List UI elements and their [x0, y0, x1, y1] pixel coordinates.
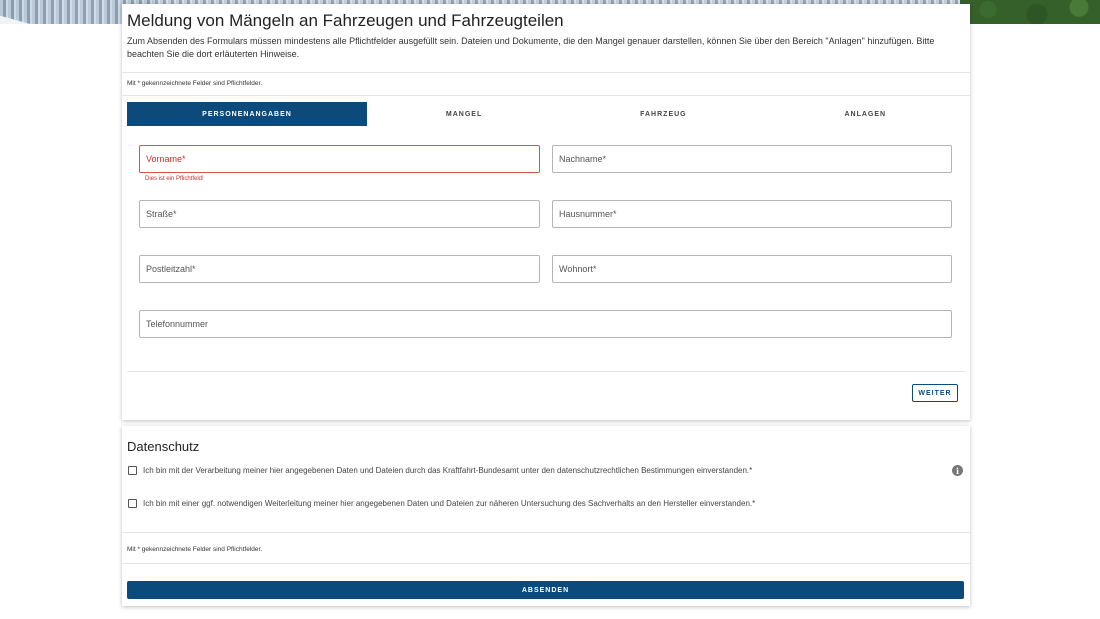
weiter-button[interactable]: WEITER — [912, 384, 958, 402]
vorname-error: Dies ist ein Pflichtfeld! — [145, 176, 204, 182]
tab-fahrzeug[interactable]: FAHRZEUG — [561, 102, 765, 126]
strasse-label: Straße* — [146, 209, 177, 219]
privacy-title: Datenschutz — [127, 439, 200, 454]
consent-processing-row: Ich bin mit der Verarbeitung meiner hier… — [128, 466, 752, 475]
telefonnummer-field[interactable]: Telefonnummer — [139, 310, 952, 338]
defect-report-form: Meldung von Mängeln an Fahrzeugen und Fa… — [122, 4, 970, 420]
divider — [122, 95, 970, 96]
page-title: Meldung von Mängeln an Fahrzeugen und Fa… — [127, 11, 564, 30]
tab-anlagen[interactable]: ANLAGEN — [766, 102, 965, 126]
form-tabs: PERSONENANGABEN MANGEL FAHRZEUG ANLAGEN — [127, 102, 965, 126]
wohnort-label: Wohnort* — [559, 264, 597, 274]
nachname-field[interactable]: Nachname* — [552, 145, 952, 173]
required-note: Mit * gekennzeichnete Felder sind Pflich… — [127, 80, 263, 87]
divider — [127, 371, 965, 372]
vorname-field[interactable]: Vorname* — [139, 145, 540, 173]
strasse-field[interactable]: Straße* — [139, 200, 540, 228]
required-note: Mit * gekennzeichnete Felder sind Pflich… — [127, 546, 263, 553]
consent-processing-checkbox[interactable] — [128, 466, 137, 475]
background-trees — [960, 0, 1100, 24]
tab-personenangaben[interactable]: PERSONENANGABEN — [127, 102, 367, 126]
divider — [122, 532, 970, 533]
consent-forwarding-row: Ich bin mit einer ggf. notwendigen Weite… — [128, 499, 755, 508]
consent-forwarding-checkbox[interactable] — [128, 499, 137, 508]
divider — [122, 72, 970, 73]
divider — [122, 563, 970, 564]
consent-forwarding-label[interactable]: Ich bin mit einer ggf. notwendigen Weite… — [143, 499, 755, 508]
privacy-section: Datenschutz Ich bin mit der Verarbeitung… — [122, 426, 970, 606]
absenden-button[interactable]: ABSENDEN — [127, 581, 964, 599]
form-intro: Zum Absenden des Formulars müssen mindes… — [127, 36, 935, 59]
telefonnummer-label: Telefonnummer — [146, 319, 209, 329]
info-icon[interactable]: i — [952, 465, 963, 476]
hausnummer-field[interactable]: Hausnummer* — [552, 200, 952, 228]
nachname-label: Nachname* — [559, 154, 607, 164]
wohnort-field[interactable]: Wohnort* — [552, 255, 952, 283]
postleitzahl-field[interactable]: Postleitzahl* — [139, 255, 540, 283]
postleitzahl-label: Postleitzahl* — [146, 264, 196, 274]
consent-processing-label[interactable]: Ich bin mit der Verarbeitung meiner hier… — [143, 466, 752, 475]
tab-mangel[interactable]: MANGEL — [367, 102, 561, 126]
hausnummer-label: Hausnummer* — [559, 209, 617, 219]
vorname-label: Vorname* — [146, 154, 186, 164]
